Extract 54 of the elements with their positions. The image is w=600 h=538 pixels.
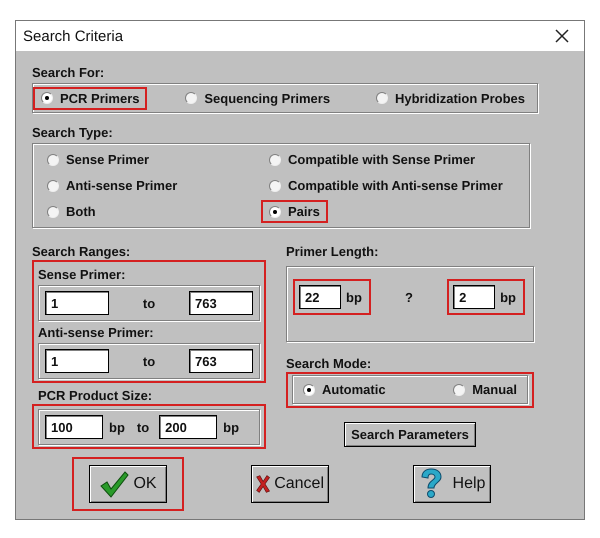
radio-button[interactable]: Both	[47, 204, 96, 219]
radio-button[interactable]: Hybridization Probes	[376, 90, 525, 106]
radio-indicator[interactable]	[47, 180, 59, 192]
checkmark-icon	[99, 470, 130, 498]
radio-indicator[interactable]	[376, 92, 388, 104]
range-label: Sense Primer:	[38, 267, 126, 283]
radio-indicator[interactable]	[269, 206, 281, 218]
radio-indicator[interactable]	[47, 206, 59, 218]
input-field[interactable]: 1	[45, 291, 109, 315]
help-button[interactable]: Help	[413, 465, 491, 503]
radio-button[interactable]: Compatible with Anti-sense Primer	[269, 178, 503, 193]
question-mark-icon	[418, 468, 443, 500]
radio-indicator[interactable]	[453, 384, 466, 396]
unit-label: bp	[499, 290, 517, 304]
radio-button[interactable]: Anti-sense Primer	[47, 178, 178, 193]
section-label: Search Ranges:	[32, 244, 132, 260]
radio-button[interactable]: Compatible with Sense Primer	[269, 152, 476, 167]
close-icon[interactable]	[554, 28, 570, 44]
to-label: to	[142, 296, 156, 310]
section-label: Search Mode:	[286, 356, 372, 372]
radio-button[interactable]: Manual	[453, 382, 517, 397]
radio-indicator[interactable]	[303, 384, 315, 396]
input-field[interactable]: 200	[159, 415, 218, 439]
to-label: to	[142, 354, 156, 368]
radio-indicator[interactable]	[47, 154, 59, 166]
radio-indicator[interactable]	[185, 92, 198, 104]
window-title: Search Criteria	[23, 28, 124, 44]
radio-button[interactable]: Sense Primer	[47, 152, 150, 167]
unit-label: bp	[108, 420, 126, 434]
separator-label: ?	[404, 290, 414, 304]
input-field[interactable]: 763	[189, 349, 253, 373]
range-label: Anti-sense Primer:	[38, 325, 155, 341]
ok-button[interactable]: OK	[89, 465, 167, 503]
radio-button[interactable]: Sequencing Primers	[185, 90, 330, 106]
radio-button[interactable]: Automatic	[303, 382, 386, 397]
section-label: PCR Product Size:	[38, 388, 154, 404]
input-field[interactable]: 22	[299, 285, 341, 309]
unit-label: bp	[345, 290, 363, 304]
radio-indicator[interactable]	[41, 92, 53, 104]
input-field[interactable]: 100	[45, 415, 103, 439]
radio-indicator[interactable]	[269, 154, 281, 166]
input-field[interactable]: 763	[189, 291, 253, 315]
unit-label: bp	[222, 420, 240, 434]
section-label: Primer Length:	[286, 244, 380, 260]
cancel-button[interactable]: Cancel	[251, 465, 329, 503]
input-field[interactable]: 2	[453, 285, 496, 309]
to-label: to	[136, 420, 150, 434]
radio-button[interactable]: Pairs	[269, 204, 320, 219]
radio-indicator[interactable]	[269, 180, 281, 192]
radio-button[interactable]: PCR Primers	[41, 90, 140, 106]
input-field[interactable]: 1	[45, 349, 109, 373]
search-parameters-button[interactable]: Search Parameters	[344, 422, 476, 447]
section-label: Search For:	[32, 65, 106, 81]
section-label: Search Type:	[32, 125, 114, 141]
